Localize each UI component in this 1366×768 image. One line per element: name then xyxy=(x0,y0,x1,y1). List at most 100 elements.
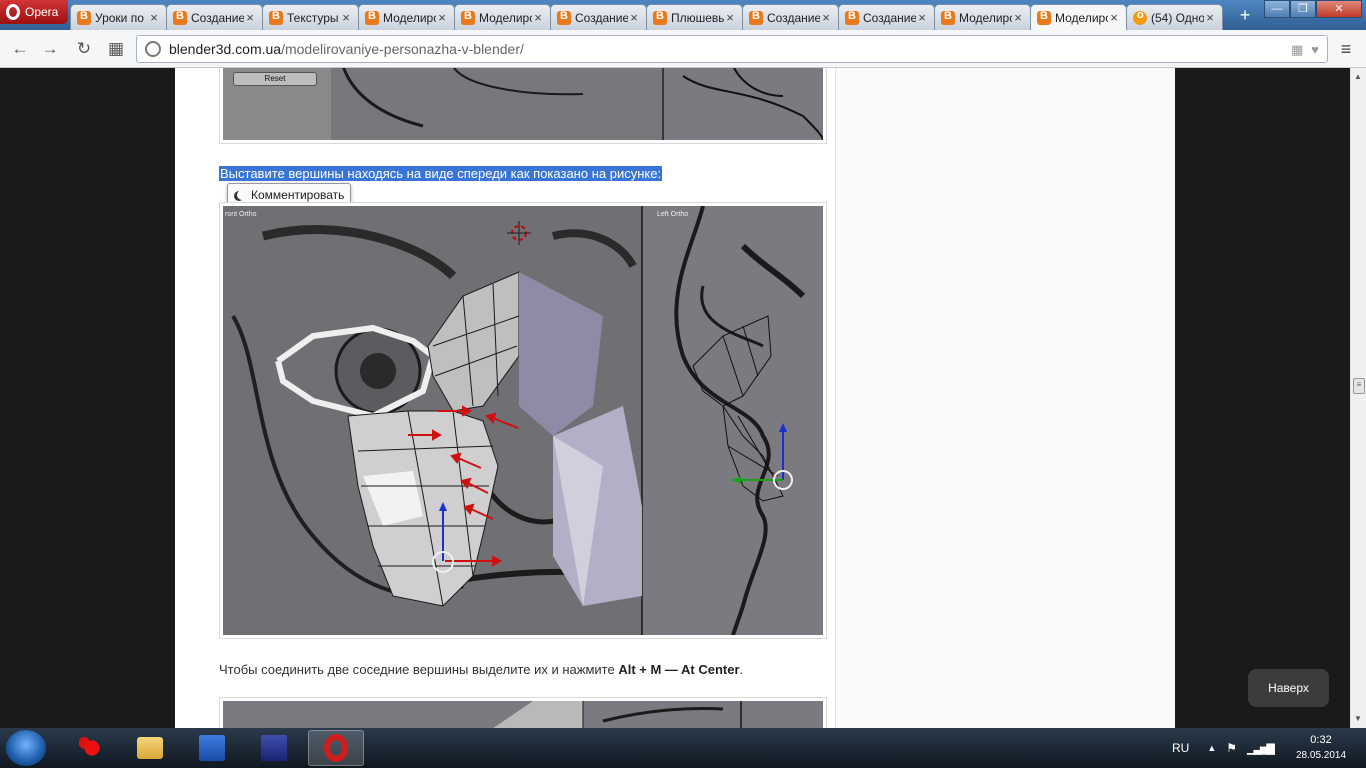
opera-menu-button[interactable]: Opera xyxy=(0,0,68,24)
browser-tab[interactable]: Создание персонажа× xyxy=(166,4,263,30)
blender-screenshot-1: Reset xyxy=(223,68,823,140)
paint-splash-icon xyxy=(79,735,105,761)
blender-favicon-icon xyxy=(941,10,955,25)
tab-close-icon[interactable]: × xyxy=(532,10,544,25)
browser-tab[interactable]: Текстуры× xyxy=(262,4,359,30)
browser-tab[interactable]: Моделирование× xyxy=(358,4,455,30)
taskbar-app-explorer[interactable] xyxy=(122,730,178,766)
scroll-down-icon[interactable]: ▼ xyxy=(1354,714,1362,723)
taskbar-app-opera[interactable] xyxy=(308,730,364,766)
article-content: Reset Выставите вершины находясь на виде… xyxy=(175,68,1175,728)
front-ortho-label: ront Ortho xyxy=(225,211,257,218)
tab-close-icon[interactable]: × xyxy=(1108,10,1120,25)
tab-close-icon[interactable]: × xyxy=(148,10,160,25)
network-signal-icon[interactable]: ▁▃▅▇ xyxy=(1247,742,1275,755)
taskbar-app-word[interactable] xyxy=(184,730,240,766)
tab-close-icon[interactable]: × xyxy=(724,10,736,25)
bookmark-heart-icon[interactable]: ♥ xyxy=(1311,42,1319,58)
maximize-button[interactable]: ❐ xyxy=(1290,0,1316,18)
browser-tab[interactable]: Моделирование× xyxy=(454,4,551,30)
opera-icon xyxy=(324,734,348,762)
tab-title: Текстуры xyxy=(287,10,339,25)
browser-tab[interactable]: Создание× xyxy=(550,4,647,30)
page-right-background xyxy=(1175,68,1350,728)
address-actions: ▦ ♥ xyxy=(1291,42,1319,58)
address-bar[interactable]: blender3d.com.ua/modelirovaniye-personaz… xyxy=(136,35,1328,63)
scroll-to-top-button[interactable]: Наверх xyxy=(1248,669,1329,707)
tab-close-icon[interactable]: × xyxy=(628,10,640,25)
blender-favicon-icon xyxy=(173,10,187,25)
floppy-disk-icon xyxy=(261,735,287,761)
tab-title: Уроки по Blender xyxy=(95,10,148,25)
tab-title: Создание персонажа xyxy=(191,10,244,25)
comment-button-label: Комментировать xyxy=(251,188,345,202)
language-indicator[interactable]: RU xyxy=(1172,741,1189,755)
close-window-button[interactable]: ✕ xyxy=(1316,0,1362,18)
tray-expand-icon[interactable]: ▲ xyxy=(1207,743,1216,753)
tab-close-icon[interactable]: × xyxy=(244,10,256,25)
taskbar-app-paint[interactable] xyxy=(64,730,120,766)
tab-close-icon[interactable]: × xyxy=(436,10,448,25)
tab-title: Моделирование xyxy=(959,10,1012,25)
tab-title: Моделирование xyxy=(479,10,532,25)
selected-paragraph[interactable]: Выставите вершины находясь на виде спере… xyxy=(219,166,663,181)
browser-tab[interactable]: Моделирование× xyxy=(934,4,1031,30)
blender-favicon-icon xyxy=(77,10,91,25)
blender-favicon-icon xyxy=(749,10,763,25)
stash-icon[interactable]: ▦ xyxy=(1291,42,1303,58)
back-button[interactable]: ← xyxy=(10,39,30,59)
tab-close-icon[interactable]: × xyxy=(1012,10,1024,25)
speed-dial-icon[interactable]: ▦ xyxy=(106,39,126,59)
tab-title: Моделирование xyxy=(1055,10,1108,25)
site-info-icon[interactable] xyxy=(145,41,161,57)
forward-button[interactable]: → xyxy=(40,39,60,59)
browser-tab[interactable]: Создание× xyxy=(742,4,839,30)
browser-toolbar: ← → ↻ ▦ blender3d.com.ua/modelirovaniye-… xyxy=(0,30,1366,68)
action-center-flag-icon[interactable]: ⚑ xyxy=(1226,741,1237,755)
tab-close-icon[interactable]: × xyxy=(1204,10,1216,25)
article-image-3 xyxy=(219,697,827,728)
scrollbar-thumb[interactable]: ≡ xyxy=(1353,378,1365,394)
tab-title: (54) Одноклассники xyxy=(1151,10,1204,25)
clock-date: 28.05.2014 xyxy=(1296,750,1347,761)
new-tab-button[interactable]: + xyxy=(1236,6,1254,24)
browser-menu-icon[interactable]: ≡ xyxy=(1336,38,1356,60)
paragraph-text: Чтобы соединить две соседние вершины выд… xyxy=(219,662,619,677)
taskbar-app-save[interactable] xyxy=(246,730,302,766)
tab-strip: Opera Уроки по Blender×Создание персонаж… xyxy=(0,0,1366,30)
browser-tab[interactable]: Плюшевый× xyxy=(646,4,743,30)
tab-title: Плюшевый xyxy=(671,10,724,25)
tab-close-icon[interactable]: × xyxy=(916,10,928,25)
page-left-background xyxy=(0,68,175,728)
reset-button[interactable]: Reset xyxy=(233,72,317,86)
blender-viewport-2 xyxy=(223,206,823,635)
paragraph-end: . xyxy=(739,662,744,677)
system-clock[interactable]: 0:32 28.05.2014 xyxy=(1296,732,1346,764)
browser-tab[interactable]: Создание× xyxy=(838,4,935,30)
blender-favicon-icon xyxy=(653,10,667,25)
blender-screenshot-2: ront Ortho Left Ortho xyxy=(223,206,823,635)
opera-logo-icon xyxy=(6,4,20,20)
article-image-2: ront Ortho Left Ortho xyxy=(219,202,827,639)
tab-list: Уроки по Blender×Создание персонажа×Текс… xyxy=(70,4,1223,30)
address-host: blender3d.com.ua xyxy=(169,41,282,57)
windows-taskbar: RU ▲ ⚑ ▁▃▅▇ 0:32 28.05.2014 xyxy=(0,728,1366,768)
instruction-paragraph: Чтобы соединить две соседние вершины выд… xyxy=(219,662,743,677)
reload-button[interactable]: ↻ xyxy=(74,39,94,59)
start-button[interactable] xyxy=(6,730,46,766)
tab-close-icon[interactable]: × xyxy=(820,10,832,25)
browser-tab[interactable]: (54) Одноклассники× xyxy=(1126,4,1223,30)
page-scrollbar[interactable]: ▲ ≡ ▼ xyxy=(1350,68,1366,728)
browser-tab[interactable]: Уроки по Blender× xyxy=(70,4,167,30)
tab-title: Создание xyxy=(863,10,916,25)
scroll-up-icon[interactable]: ▲ xyxy=(1354,72,1362,81)
odnoklassniki-favicon-icon xyxy=(1133,9,1147,25)
tab-close-icon[interactable]: × xyxy=(340,10,352,25)
blender-favicon-icon xyxy=(557,10,571,25)
minimize-button[interactable]: — xyxy=(1264,0,1290,18)
paragraph-hotkey: Alt + M — At Center xyxy=(618,662,740,677)
comment-icon xyxy=(237,190,247,200)
article-image-1: Reset xyxy=(219,68,827,144)
browser-tab[interactable]: Моделирование× xyxy=(1030,4,1127,30)
blender-screenshot-3 xyxy=(223,701,823,728)
